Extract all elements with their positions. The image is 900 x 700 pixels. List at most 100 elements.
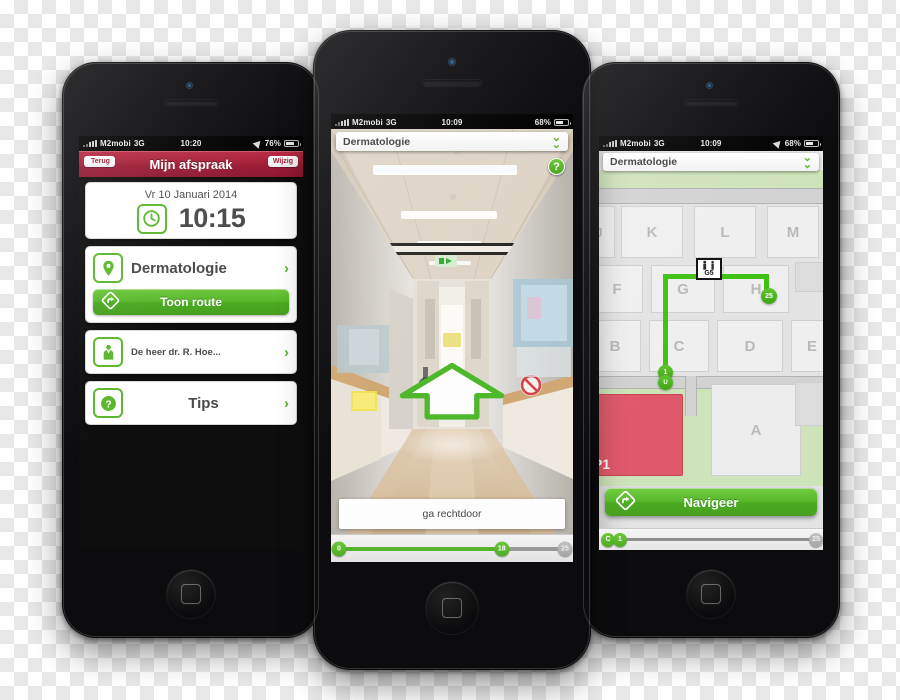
status-clock: 10:09 (441, 117, 463, 127)
double-chevron-down-icon: ⌄ ⌄ (551, 131, 561, 151)
route-segment-vertical-left (663, 274, 668, 370)
appointment-time-row: 10:15 (86, 203, 296, 238)
battery-icon (284, 140, 301, 147)
hospital-map[interactable]: J K L M F G H B C D E A (599, 170, 823, 528)
map-parking-p1: P1 (599, 394, 683, 476)
appointment-card[interactable]: Vr 10 Januari 2014 10:15 (85, 182, 297, 239)
center-phone-screen: M2mobi 3G 10:09 68% Dermatologie ⌄ ⌄ ? g… (331, 114, 573, 562)
left-navbar: Terug Mijn afspraak Wijzig (79, 151, 303, 177)
slider-track[interactable]: 0 18 25 (331, 541, 573, 556)
front-camera-icon (706, 82, 713, 89)
appointment-date: Vr 10 Januari 2014 (144, 189, 238, 201)
page-title: Mijn afspraak (149, 156, 233, 172)
earpiece-speaker-icon (685, 100, 737, 105)
battery-icon (804, 140, 821, 147)
appointment-list: Vr 10 Januari 2014 10:15 Dermatologie › … (79, 177, 303, 550)
tips-card[interactable]: ? Tips › (85, 381, 297, 425)
edit-button[interactable]: Wijzig (267, 156, 298, 167)
instruction-text: ga rechtdoor (422, 508, 482, 520)
right-phone-screen: M2mobi 3G 10:09 68% Dermatologie ⌄ ⌄ K L… (599, 136, 823, 550)
right-phone-device: M2mobi 3G 10:09 68% Dermatologie ⌄ ⌄ K L… (582, 62, 840, 638)
center-phone-device: M2mobi 3G 10:09 68% Dermatologie ⌄ ⌄ ? g… (313, 30, 591, 670)
map-building-j: J (599, 206, 615, 258)
navigate-label: Navigeer (683, 494, 739, 510)
front-camera-icon (186, 82, 193, 89)
doctor-card[interactable]: De heer dr. R. Hoe... › (85, 330, 297, 374)
map-building-right-block (795, 262, 823, 292)
appointment-time: 10:15 (178, 203, 246, 233)
dropdown-label: Dermatologie (343, 135, 411, 148)
help-button[interactable]: ? (548, 158, 565, 175)
slider-knob-current[interactable]: 18 (494, 541, 510, 556)
doctor-row[interactable]: De heer dr. R. Hoe... › (86, 331, 296, 373)
ar-camera-view (331, 129, 573, 562)
map-road-vertical (685, 376, 697, 416)
chevron-right-icon: › (284, 343, 289, 361)
map-building-a: A (711, 384, 801, 476)
right-status-bar: M2mobi 3G 10:09 68% (599, 136, 823, 151)
route-diamond-icon (101, 291, 120, 313)
right-route-slider[interactable]: C 1 25 (599, 528, 823, 550)
svg-text:?: ? (105, 399, 111, 410)
map-building-a-annex (795, 382, 823, 426)
doctor-name: De heer dr. R. Hoe... (131, 346, 221, 358)
map-building-f: F (599, 265, 643, 313)
up-arrow-overlay-icon (398, 362, 506, 429)
map-pin-icon (93, 253, 123, 283)
slider-knob-start[interactable]: 1 (613, 532, 627, 547)
center-status-bar: M2mobi 3G 10:09 68% (331, 114, 573, 130)
center-route-slider[interactable]: 0 18 25 (331, 534, 573, 562)
map-building-m: M (767, 206, 819, 258)
back-button[interactable]: Terug (84, 156, 115, 167)
destination-marker[interactable]: 25 (761, 288, 777, 304)
elevator-label: G5 (704, 270, 714, 277)
start-marker-sub: U (658, 375, 673, 390)
left-status-bar: M2mobi 3G 10:20 76% (79, 136, 303, 151)
center-department-dropdown[interactable]: Dermatologie ⌄ ⌄ (336, 132, 568, 151)
earpiece-speaker-icon (423, 80, 481, 86)
home-button[interactable] (167, 570, 215, 618)
slider-track[interactable]: C 1 25 (601, 532, 823, 547)
navigation-instruction-bar: ga rechtdoor (339, 499, 565, 529)
parking-label: P1 (599, 456, 611, 472)
chevron-right-icon: › (284, 259, 289, 277)
left-phone-screen: M2mobi 3G 10:20 76% Terug Mijn afspraak … (79, 136, 303, 550)
department-label: Dermatologie (131, 259, 227, 277)
navigate-button[interactable]: Navigeer (605, 488, 817, 516)
hospital-corridor-photo (331, 129, 573, 561)
status-clock: 10:20 (180, 139, 202, 148)
map-building-k: K (621, 206, 683, 258)
elevator-marker[interactable]: G5 (696, 258, 722, 280)
slider-knob-start[interactable]: 0 (331, 541, 347, 556)
location-card[interactable]: Dermatologie › Toon route (85, 246, 297, 323)
map-building-h: H (723, 265, 789, 313)
show-route-button[interactable]: Toon route (93, 289, 289, 315)
map-building-e: E (791, 320, 823, 372)
tips-row[interactable]: ? Tips › (86, 382, 296, 424)
front-camera-icon (448, 58, 456, 66)
question-mark-icon: ? (93, 388, 123, 418)
clock-icon (136, 203, 167, 234)
tips-label: Tips (188, 394, 219, 412)
doctor-icon (93, 337, 123, 367)
department-row[interactable]: Dermatologie › (86, 247, 296, 289)
elevator-people-icon (703, 260, 714, 270)
slider-fill (339, 546, 502, 551)
slider-knob-end[interactable]: 25 (809, 532, 823, 547)
home-button[interactable] (687, 570, 735, 618)
left-phone-device: M2mobi 3G 10:20 76% Terug Mijn afspraak … (62, 62, 320, 638)
phone-mockup-stage: M2mobi 3G 10:20 76% Terug Mijn afspraak … (0, 0, 900, 700)
double-chevron-down-icon: ⌄ ⌄ (802, 152, 812, 171)
map-road (599, 188, 823, 204)
dropdown-label: Dermatologie (610, 156, 678, 168)
right-department-dropdown[interactable]: Dermatologie ⌄ ⌄ (603, 153, 819, 171)
map-building-d: D (717, 320, 783, 372)
battery-icon (554, 118, 571, 126)
slider-knob-end[interactable]: 25 (557, 541, 573, 556)
map-building-l: L (694, 206, 756, 258)
status-clock: 10:09 (700, 139, 722, 148)
home-button[interactable] (426, 582, 478, 634)
map-building-c: C (649, 320, 709, 372)
earpiece-speaker-icon (165, 100, 217, 105)
show-route-label: Toon route (160, 295, 222, 309)
